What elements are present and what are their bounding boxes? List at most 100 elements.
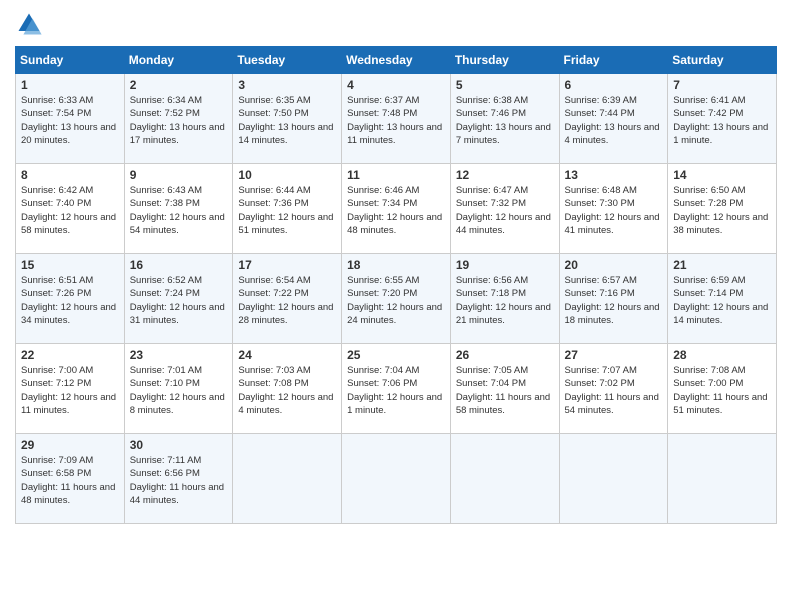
cell-info: Sunrise: 6:34 AMSunset: 7:52 PMDaylight:… — [130, 95, 225, 146]
calendar-cell: 7 Sunrise: 6:41 AMSunset: 7:42 PMDaylight… — [668, 74, 777, 164]
column-header-sunday: Sunday — [16, 47, 125, 74]
calendar-cell: 27Sunrise: 7:07 AMSunset: 7:02 PMDayligh… — [559, 344, 668, 434]
calendar-cell: 5Sunrise: 6:38 AMSunset: 7:46 PMDaylight… — [450, 74, 559, 164]
calendar-cell: 28Sunrise: 7:08 AMSunset: 7:00 PMDayligh… — [668, 344, 777, 434]
day-number: 18 — [347, 258, 445, 272]
day-number: 3 — [238, 78, 336, 92]
day-number: 2 — [130, 78, 228, 92]
column-header-tuesday: Tuesday — [233, 47, 342, 74]
day-number: 21 — [673, 258, 771, 272]
calendar-cell: 10 Sunrise: 6:44 AMSunset: 7:36 PMDayligh… — [233, 164, 342, 254]
cell-info: Sunrise: 6:33 AMSunset: 7:54 PMDaylight:… — [21, 95, 116, 146]
day-number: 9 — [130, 168, 228, 182]
calendar-cell: 12 Sunrise: 6:47 AMSunset: 7:32 PMDayligh… — [450, 164, 559, 254]
calendar-cell: 24 Sunrise: 7:03 AMSunset: 7:08 PMDayligh… — [233, 344, 342, 434]
cell-info: Sunrise: 6:47 AMSunset: 7:32 PMDaylight:… — [456, 185, 551, 236]
day-number: 7 — [673, 78, 771, 92]
calendar-cell: 22Sunrise: 7:00 AMSunset: 7:12 PMDayligh… — [16, 344, 125, 434]
cell-info: Sunrise: 6:50 AMSunset: 7:28 PMDaylight:… — [673, 185, 768, 236]
calendar-body: 1 Sunrise: 6:33 AMSunset: 7:54 PMDaylight… — [16, 74, 777, 524]
calendar-cell: 14 Sunrise: 6:50 AMSunset: 7:28 PMDayligh… — [668, 164, 777, 254]
column-header-wednesday: Wednesday — [342, 47, 451, 74]
day-number: 23 — [130, 348, 228, 362]
calendar-cell: 1 Sunrise: 6:33 AMSunset: 7:54 PMDaylight… — [16, 74, 125, 164]
calendar-cell: 8Sunrise: 6:42 AMSunset: 7:40 PMDaylight… — [16, 164, 125, 254]
cell-info: Sunrise: 7:03 AMSunset: 7:08 PMDaylight:… — [238, 365, 333, 416]
header — [15, 10, 777, 38]
column-header-thursday: Thursday — [450, 47, 559, 74]
calendar-cell — [233, 434, 342, 524]
day-number: 25 — [347, 348, 445, 362]
cell-info: Sunrise: 6:51 AMSunset: 7:26 PMDaylight:… — [21, 275, 116, 326]
calendar-cell: 17 Sunrise: 6:54 AMSunset: 7:22 PMDayligh… — [233, 254, 342, 344]
day-number: 28 — [673, 348, 771, 362]
day-number: 26 — [456, 348, 554, 362]
calendar-cell: 6 Sunrise: 6:39 AMSunset: 7:44 PMDaylight… — [559, 74, 668, 164]
cell-info: Sunrise: 6:37 AMSunset: 7:48 PMDaylight:… — [347, 95, 442, 146]
cell-info: Sunrise: 6:41 AMSunset: 7:42 PMDaylight:… — [673, 95, 768, 146]
day-number: 24 — [238, 348, 336, 362]
cell-info: Sunrise: 6:56 AMSunset: 7:18 PMDaylight:… — [456, 275, 551, 326]
day-number: 8 — [21, 168, 119, 182]
cell-info: Sunrise: 6:38 AMSunset: 7:46 PMDaylight:… — [456, 95, 551, 146]
day-number: 17 — [238, 258, 336, 272]
day-number: 4 — [347, 78, 445, 92]
calendar-table: SundayMondayTuesdayWednesdayThursdayFrid… — [15, 46, 777, 524]
cell-info: Sunrise: 6:59 AMSunset: 7:14 PMDaylight:… — [673, 275, 768, 326]
day-number: 19 — [456, 258, 554, 272]
logo-icon — [15, 10, 43, 38]
cell-info: Sunrise: 6:55 AMSunset: 7:20 PMDaylight:… — [347, 275, 442, 326]
day-number: 6 — [565, 78, 663, 92]
cell-info: Sunrise: 6:35 AMSunset: 7:50 PMDaylight:… — [238, 95, 333, 146]
cell-info: Sunrise: 7:04 AMSunset: 7:06 PMDaylight:… — [347, 365, 442, 416]
calendar-header-row: SundayMondayTuesdayWednesdayThursdayFrid… — [16, 47, 777, 74]
day-number: 30 — [130, 438, 228, 452]
calendar-cell: 2 Sunrise: 6:34 AMSunset: 7:52 PMDaylight… — [124, 74, 233, 164]
calendar-cell — [342, 434, 451, 524]
calendar-cell: 19 Sunrise: 6:56 AMSunset: 7:18 PMDayligh… — [450, 254, 559, 344]
calendar-cell: 25 Sunrise: 7:04 AMSunset: 7:06 PMDayligh… — [342, 344, 451, 434]
calendar-cell: 11 Sunrise: 6:46 AMSunset: 7:34 PMDayligh… — [342, 164, 451, 254]
day-number: 20 — [565, 258, 663, 272]
day-number: 1 — [21, 78, 119, 92]
calendar-cell: 30 Sunrise: 7:11 AMSunset: 6:56 PMDayligh… — [124, 434, 233, 524]
cell-info: Sunrise: 6:52 AMSunset: 7:24 PMDaylight:… — [130, 275, 225, 326]
cell-info: Sunrise: 6:54 AMSunset: 7:22 PMDaylight:… — [238, 275, 333, 326]
calendar-cell: 29Sunrise: 7:09 AMSunset: 6:58 PMDayligh… — [16, 434, 125, 524]
week-row-4: 22Sunrise: 7:00 AMSunset: 7:12 PMDayligh… — [16, 344, 777, 434]
calendar-cell: 13 Sunrise: 6:48 AMSunset: 7:30 PMDayligh… — [559, 164, 668, 254]
calendar-cell: 26 Sunrise: 7:05 AMSunset: 7:04 PMDayligh… — [450, 344, 559, 434]
week-row-2: 8Sunrise: 6:42 AMSunset: 7:40 PMDaylight… — [16, 164, 777, 254]
calendar-cell — [559, 434, 668, 524]
logo — [15, 10, 47, 38]
calendar-cell: 16Sunrise: 6:52 AMSunset: 7:24 PMDayligh… — [124, 254, 233, 344]
cell-info: Sunrise: 7:09 AMSunset: 6:58 PMDaylight:… — [21, 455, 115, 506]
calendar-cell — [450, 434, 559, 524]
calendar-cell: 18 Sunrise: 6:55 AMSunset: 7:20 PMDayligh… — [342, 254, 451, 344]
cell-info: Sunrise: 7:05 AMSunset: 7:04 PMDaylight:… — [456, 365, 550, 416]
column-header-friday: Friday — [559, 47, 668, 74]
column-header-monday: Monday — [124, 47, 233, 74]
column-header-saturday: Saturday — [668, 47, 777, 74]
calendar-cell — [668, 434, 777, 524]
day-number: 11 — [347, 168, 445, 182]
day-number: 12 — [456, 168, 554, 182]
cell-info: Sunrise: 6:46 AMSunset: 7:34 PMDaylight:… — [347, 185, 442, 236]
cell-info: Sunrise: 7:07 AMSunset: 7:02 PMDaylight:… — [565, 365, 659, 416]
cell-info: Sunrise: 6:39 AMSunset: 7:44 PMDaylight:… — [565, 95, 660, 146]
calendar-cell: 9Sunrise: 6:43 AMSunset: 7:38 PMDaylight… — [124, 164, 233, 254]
calendar-cell: 21 Sunrise: 6:59 AMSunset: 7:14 PMDayligh… — [668, 254, 777, 344]
cell-info: Sunrise: 7:11 AMSunset: 6:56 PMDaylight:… — [130, 455, 224, 506]
cell-info: Sunrise: 7:00 AMSunset: 7:12 PMDaylight:… — [21, 365, 116, 416]
calendar-cell: 3 Sunrise: 6:35 AMSunset: 7:50 PMDaylight… — [233, 74, 342, 164]
week-row-1: 1 Sunrise: 6:33 AMSunset: 7:54 PMDaylight… — [16, 74, 777, 164]
week-row-3: 15Sunrise: 6:51 AMSunset: 7:26 PMDayligh… — [16, 254, 777, 344]
day-number: 10 — [238, 168, 336, 182]
day-number: 13 — [565, 168, 663, 182]
day-number: 14 — [673, 168, 771, 182]
cell-info: Sunrise: 6:44 AMSunset: 7:36 PMDaylight:… — [238, 185, 333, 236]
calendar-cell: 23Sunrise: 7:01 AMSunset: 7:10 PMDayligh… — [124, 344, 233, 434]
cell-info: Sunrise: 6:48 AMSunset: 7:30 PMDaylight:… — [565, 185, 660, 236]
calendar-cell: 4 Sunrise: 6:37 AMSunset: 7:48 PMDaylight… — [342, 74, 451, 164]
calendar-cell: 20Sunrise: 6:57 AMSunset: 7:16 PMDayligh… — [559, 254, 668, 344]
